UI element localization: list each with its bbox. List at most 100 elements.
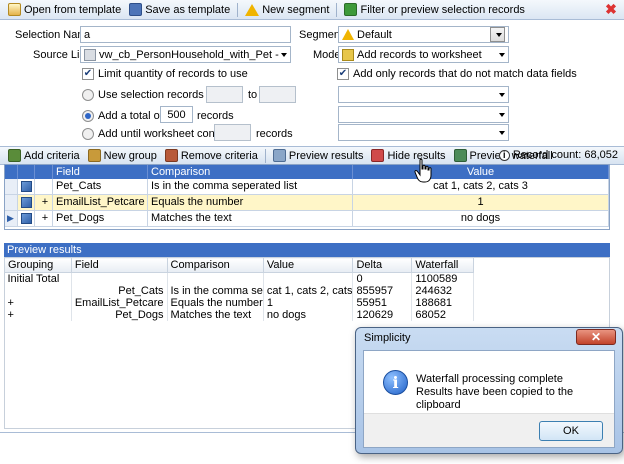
open-from-template-button[interactable]: Open from template xyxy=(4,1,125,19)
row-comparison[interactable]: Is in the comma seperated list xyxy=(148,179,353,194)
table-row[interactable]: Pet_Cats Is in the comma se cat 1, cats … xyxy=(4,285,474,297)
new-segment-button[interactable]: New segment xyxy=(241,1,333,19)
field-column-header[interactable]: Field xyxy=(70,257,168,273)
waterfall-column-header[interactable]: Waterfall xyxy=(411,257,474,273)
table-row[interactable]: + Pet_Dogs Matches the text no dogs 1206… xyxy=(4,309,474,321)
preview-results-button[interactable]: Preview results xyxy=(269,147,368,165)
cell-delta: 855957 xyxy=(352,285,413,297)
magnifier-icon xyxy=(272,149,286,162)
current-row-arrow-icon[interactable]: ▶ xyxy=(5,211,18,226)
toolbar-separator xyxy=(336,2,338,17)
limit-quantity-checkbox[interactable]: ✔ xyxy=(82,68,94,80)
criteria-select-1[interactable] xyxy=(338,86,509,103)
row-comparison[interactable]: Matches the text xyxy=(148,211,353,226)
save-as-template-button[interactable]: Save as template xyxy=(125,1,234,19)
cell-field: Pet_Cats xyxy=(71,285,168,297)
use-selection-radio[interactable] xyxy=(82,89,94,101)
cell-comparison: Is in the comma se xyxy=(167,285,264,297)
add-total-radio[interactable] xyxy=(82,110,94,122)
source-list-select[interactable]: vw_cb_PersonHousehold_with_Pet - Sim... xyxy=(80,46,291,63)
row-comparison[interactable]: Equals the number xyxy=(148,195,353,210)
cell-comparison xyxy=(167,272,264,285)
cell-delta: 55951 xyxy=(352,297,413,309)
add-until-input[interactable] xyxy=(214,124,251,141)
new-group-label: New group xyxy=(103,149,157,162)
add-until-radio[interactable] xyxy=(82,128,94,140)
cell-value: cat 1, cats 2, cats xyxy=(263,285,354,297)
value-column-header[interactable]: Value xyxy=(353,165,609,179)
dialog-message-line-2: Results have been copied to the clipboar… xyxy=(416,386,574,411)
preview-results-label: Preview results xyxy=(288,149,364,162)
selection-to-input[interactable] xyxy=(259,86,296,103)
dialog-message-line-1: Waterfall processing complete xyxy=(416,373,563,385)
table-row[interactable]: + EmailList_Petcare Equals the number 1 … xyxy=(4,297,474,309)
new-group-button[interactable]: New group xyxy=(84,147,161,165)
delta-column-header[interactable]: Delta xyxy=(352,257,413,273)
ok-button[interactable]: OK xyxy=(539,421,603,441)
cell-field: EmailList_Petcare xyxy=(71,297,168,309)
criteria-row[interactable]: + EmailList_Petcare Equals the number 1 xyxy=(5,195,609,211)
cell-waterfall: 1100589 xyxy=(411,272,474,285)
selection-from-input[interactable] xyxy=(206,86,243,103)
segment-select[interactable]: Default xyxy=(338,26,509,43)
close-icon[interactable]: ✕ xyxy=(576,329,616,345)
waterfall-icon xyxy=(453,149,467,162)
remove-criteria-label: Remove criteria xyxy=(180,149,258,162)
cell-delta: 0 xyxy=(352,272,413,285)
comparison-column-header[interactable]: Comparison xyxy=(166,257,264,273)
remove-criteria-button[interactable]: Remove criteria xyxy=(161,147,262,165)
preview-results-title: Preview results xyxy=(4,243,610,257)
limit-quantity-option[interactable]: ✔ Limit quantity of records to use xyxy=(82,68,248,80)
dropdown-button[interactable] xyxy=(490,27,505,42)
record-count: i Record count: 68,052 xyxy=(498,149,618,161)
row-selector[interactable] xyxy=(5,179,18,194)
row-prefix: + xyxy=(35,195,53,210)
add-criteria-icon xyxy=(8,149,21,162)
criteria-row[interactable]: Pet_Cats Is in the comma seperated list … xyxy=(5,179,609,195)
row-field[interactable]: Pet_Dogs xyxy=(53,211,148,226)
grouping-column-header[interactable]: Grouping xyxy=(4,257,72,273)
row-value[interactable]: no dogs xyxy=(353,211,609,226)
comparison-column-header[interactable]: Comparison xyxy=(148,165,353,179)
folder-open-icon xyxy=(8,3,21,16)
filter-check-icon xyxy=(344,3,358,16)
criteria-select-3[interactable] xyxy=(338,124,509,141)
row-field[interactable]: Pet_Cats xyxy=(53,179,148,194)
cell-waterfall: 188681 xyxy=(411,297,474,309)
cell-grouping: + xyxy=(4,309,72,321)
mode-select[interactable]: Add records to worksheet xyxy=(338,46,509,63)
row-value[interactable]: cat 1, cats 2, cats 3 xyxy=(353,179,609,194)
cell-waterfall: 68052 xyxy=(411,309,474,321)
new-segment-label: New segment xyxy=(262,3,330,16)
row-prefix xyxy=(35,179,53,194)
close-icon[interactable]: ✖ xyxy=(604,2,618,16)
only-unmatched-checkbox[interactable]: ✔ xyxy=(337,68,349,80)
preview-results-table: Grouping Field Comparison Value Delta Wa… xyxy=(4,257,474,321)
cell-field: Pet_Dogs xyxy=(71,309,168,321)
add-total-label: Add a total of xyxy=(98,110,163,122)
criteria-row[interactable]: ▶ + Pet_Dogs Matches the text no dogs xyxy=(5,211,609,227)
row-value[interactable]: 1 xyxy=(353,195,609,210)
info-icon: i xyxy=(498,149,510,161)
filter-preview-button[interactable]: Filter or preview selection records xyxy=(340,1,528,19)
criteria-select-2[interactable] xyxy=(338,106,509,123)
criteria-icon xyxy=(21,181,32,192)
add-total-input[interactable]: 500 xyxy=(160,106,193,123)
chevron-down-icon xyxy=(499,130,505,135)
hide-results-button[interactable]: Hide results xyxy=(367,147,449,165)
source-list-value: vw_cb_PersonHousehold_with_Pet - Sim... xyxy=(99,48,279,61)
field-column-header[interactable]: Field xyxy=(53,165,148,179)
message-dialog: Simplicity ✕ i Waterfall processing comp… xyxy=(355,327,623,454)
only-unmatched-option[interactable]: ✔ Add only records that do not match dat… xyxy=(337,68,577,80)
add-total-option[interactable]: Add a total of xyxy=(82,110,163,122)
add-criteria-button[interactable]: Add criteria xyxy=(4,147,84,165)
row-field[interactable]: EmailList_Petcare xyxy=(53,195,148,210)
table-row[interactable]: Initial Total 0 1100589 xyxy=(4,272,474,285)
worksheet-icon xyxy=(342,48,354,61)
top-toolbar: Open from template Save as template New … xyxy=(0,0,624,20)
selection-name-input[interactable]: a xyxy=(80,26,291,43)
row-selector[interactable] xyxy=(5,195,18,210)
preview-header-row: Grouping Field Comparison Value Delta Wa… xyxy=(4,257,474,273)
warning-triangle-icon xyxy=(342,29,354,40)
value-column-header[interactable]: Value xyxy=(262,257,354,273)
